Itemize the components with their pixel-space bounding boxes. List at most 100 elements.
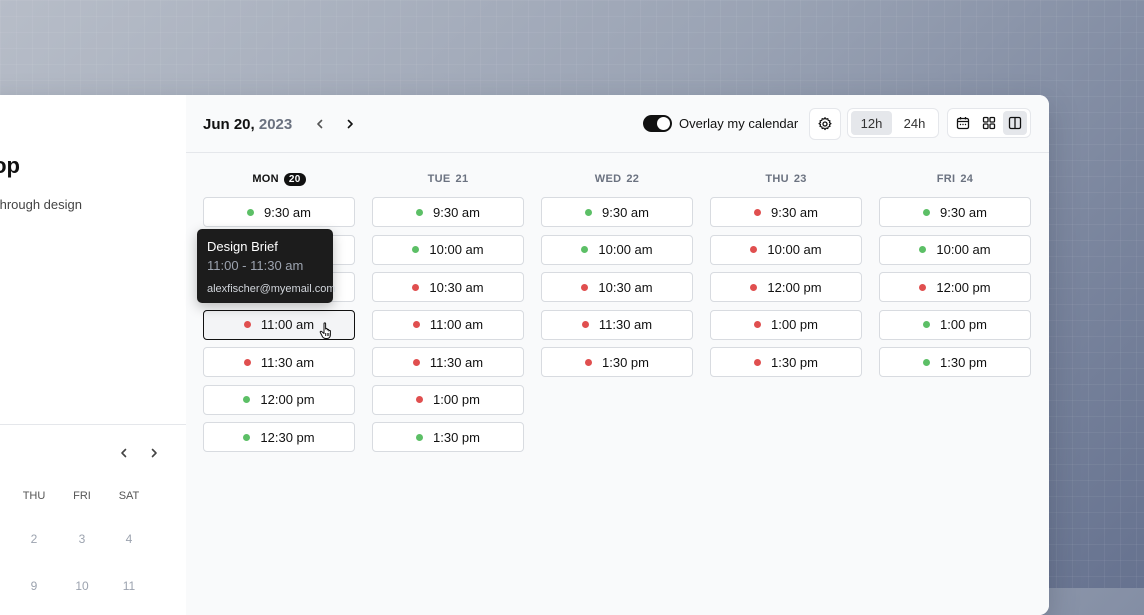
busy-dot-icon — [243, 358, 251, 366]
busy-dot-icon — [754, 208, 761, 216]
time-slot-label: 10:30 am — [598, 279, 653, 295]
time-slot-label: 10:00 am — [767, 242, 822, 257]
available-dot-icon — [243, 433, 251, 441]
time-slot-label: 11:00 am — [429, 317, 484, 332]
time-slot-button[interactable]: 10:00 am — [879, 234, 1031, 265]
busy-dot-icon — [585, 358, 592, 366]
mini-calendar-day[interactable]: 11 — [114, 579, 144, 593]
mini-calendar-day[interactable]: 3 — [67, 532, 97, 546]
weekday-label: THU — [22, 490, 46, 502]
time-slot-button[interactable]: 11:00 am — [372, 309, 524, 340]
day-column: MON209:30 am10:00 am10:30 am11:00 am11:3… — [197, 171, 355, 452]
chevron-left-icon[interactable] — [116, 445, 132, 461]
time-slot-label: 10:00 am — [429, 242, 484, 257]
mini-calendar-day[interactable]: 9 — [19, 579, 49, 593]
time-slot-button[interactable]: 1:30 pm — [372, 422, 524, 452]
time-slot-button[interactable]: 10:00 am — [710, 234, 862, 265]
settings-button[interactable] — [809, 108, 841, 140]
time-slot-label: 1:00 pm — [771, 317, 818, 332]
column-view-button[interactable] — [1003, 111, 1027, 135]
time-slot-button[interactable]: 10:00 am — [541, 234, 693, 265]
busy-dot-icon — [919, 283, 927, 291]
time-slot-button[interactable]: 12:00 pm — [879, 272, 1031, 302]
busy-dot-icon — [416, 396, 423, 403]
next-week-button[interactable] — [342, 116, 358, 132]
time-slot-label: 1:30 pm — [940, 354, 987, 370]
time-slot-button[interactable]: 11:30 am — [372, 347, 524, 377]
mini-calendar-nav — [116, 445, 162, 461]
time-slot-button[interactable]: 1:00 pm — [710, 309, 862, 340]
time-slot-button[interactable]: 9:30 am — [879, 197, 1031, 227]
event-tooltip: Design Brief 11:00 - 11:30 am alexfischer@… — [197, 228, 336, 303]
busy-dot-icon — [412, 283, 420, 291]
weekday-label: SAT — [118, 490, 140, 502]
day-number: 23 — [793, 173, 807, 185]
hour-format-12h[interactable]: 12h — [851, 111, 892, 135]
mini-calendar-day[interactable]: 4 — [114, 532, 144, 546]
time-slot-button[interactable]: 11:30 am — [541, 309, 693, 340]
mini-calendar-day[interactable]: 2 — [19, 532, 49, 546]
chevron-right-icon — [347, 119, 353, 129]
time-slot-button[interactable]: 9:30 am — [541, 197, 693, 227]
time-slot-label: 12:00 pm — [767, 279, 822, 295]
day-column: THU 23 9:30 am 10:00 am 12:00 pm 1:00 pm 1:30 … — [710, 171, 862, 377]
overlay-calendar-toggle[interactable] — [643, 115, 672, 132]
mini-calendar-day[interactable]: 1 — [0, 532, 1, 546]
grid-view-button[interactable] — [977, 111, 1001, 135]
time-slot-button[interactable]: 1:00 pm — [372, 384, 524, 415]
mini-calendar-day[interactable]: 8 — [0, 579, 1, 593]
month-view-button[interactable] — [951, 111, 975, 135]
calendar-main: Jun 20, 2023 Overlay my calendar 12h 24h — [186, 95, 1049, 615]
time-slot-button[interactable]: 9:30 am — [203, 197, 355, 227]
time-slot-button[interactable]: 1:00 pm — [879, 309, 1031, 340]
chevron-right-icon[interactable] — [146, 445, 162, 461]
time-slot-label: 12:30 pm — [260, 429, 315, 445]
day-name: FRI — [936, 173, 956, 185]
prev-week-button[interactable] — [312, 116, 328, 132]
time-slot-button[interactable]: 11:30 am — [203, 347, 355, 377]
day-header: THU 23 — [710, 171, 862, 187]
weekday-label: WED — [0, 490, 1, 502]
day-column: WED 22 9:30 am 10:00 am 10:30 am 11:30 am 1:30… — [541, 171, 693, 377]
time-slot-button[interactable]: 12:30 pm — [203, 422, 355, 452]
available-dot-icon — [923, 321, 930, 328]
gear-icon — [818, 117, 832, 131]
time-slot-button[interactable]: 12:00 pm — [710, 272, 862, 302]
time-slot-label: 12:00 pm — [936, 279, 991, 295]
tooltip-email: alexfischer@myemail.com — [207, 282, 336, 295]
time-slot-button[interactable]: 9:30 am — [710, 197, 862, 227]
day-column: TUE 21 9:30 am 10:00 am 10:30 am 11:00 am 11:3… — [372, 171, 524, 452]
time-slot-label: 9:30 am — [433, 204, 480, 220]
busy-dot-icon — [754, 321, 761, 328]
hour-format-24h[interactable]: 24h — [894, 111, 935, 135]
weekday-label: FRI — [73, 490, 91, 502]
time-slot-label: 9:30 am — [602, 204, 649, 220]
available-dot-icon — [243, 396, 251, 403]
busy-dot-icon — [581, 283, 589, 291]
time-slot-label: 11:30 am — [429, 354, 484, 370]
time-slot-label: 1:30 pm — [433, 429, 480, 445]
time-slot-button[interactable]: 1:30 pm — [710, 347, 862, 377]
day-name: WED — [594, 173, 622, 185]
mini-calendar-day[interactable]: 10 — [67, 579, 97, 593]
time-slot-button[interactable]: 9:30 am — [372, 197, 524, 227]
time-slot-button[interactable]: 1:30 pm — [879, 347, 1031, 377]
busy-dot-icon — [412, 358, 420, 366]
time-slot-button[interactable]: 10:30 am — [372, 272, 524, 302]
date-main: Jun 20, — [203, 116, 255, 133]
calendar-icon — [956, 117, 970, 130]
time-slot-button[interactable]: 10:30 am — [541, 272, 693, 302]
time-slot-label: 11:30 am — [260, 354, 315, 370]
time-slot-button[interactable]: 10:00 am — [372, 234, 524, 265]
time-slot-label: 9:30 am — [771, 204, 818, 220]
time-slot-label: 11:30 am — [598, 317, 653, 332]
event-info-panel: op hrough design. WED THU FRI SAT 1 2 3 4 8 9 10 1… — [0, 95, 187, 615]
time-slot-button[interactable]: 12:00 pm — [203, 384, 355, 415]
available-dot-icon — [919, 246, 927, 253]
time-slot-button[interactable]: 1:30 pm — [541, 347, 693, 377]
calendar-toolbar: Jun 20, 2023 Overlay my calendar 12h 24h — [186, 95, 1049, 153]
available-dot-icon — [412, 246, 420, 253]
time-slot-label: 10:30 am — [429, 279, 484, 295]
time-slot-label: 10:00 am — [598, 242, 653, 257]
tooltip-time: 11:00 - 11:30 am — [207, 257, 304, 273]
